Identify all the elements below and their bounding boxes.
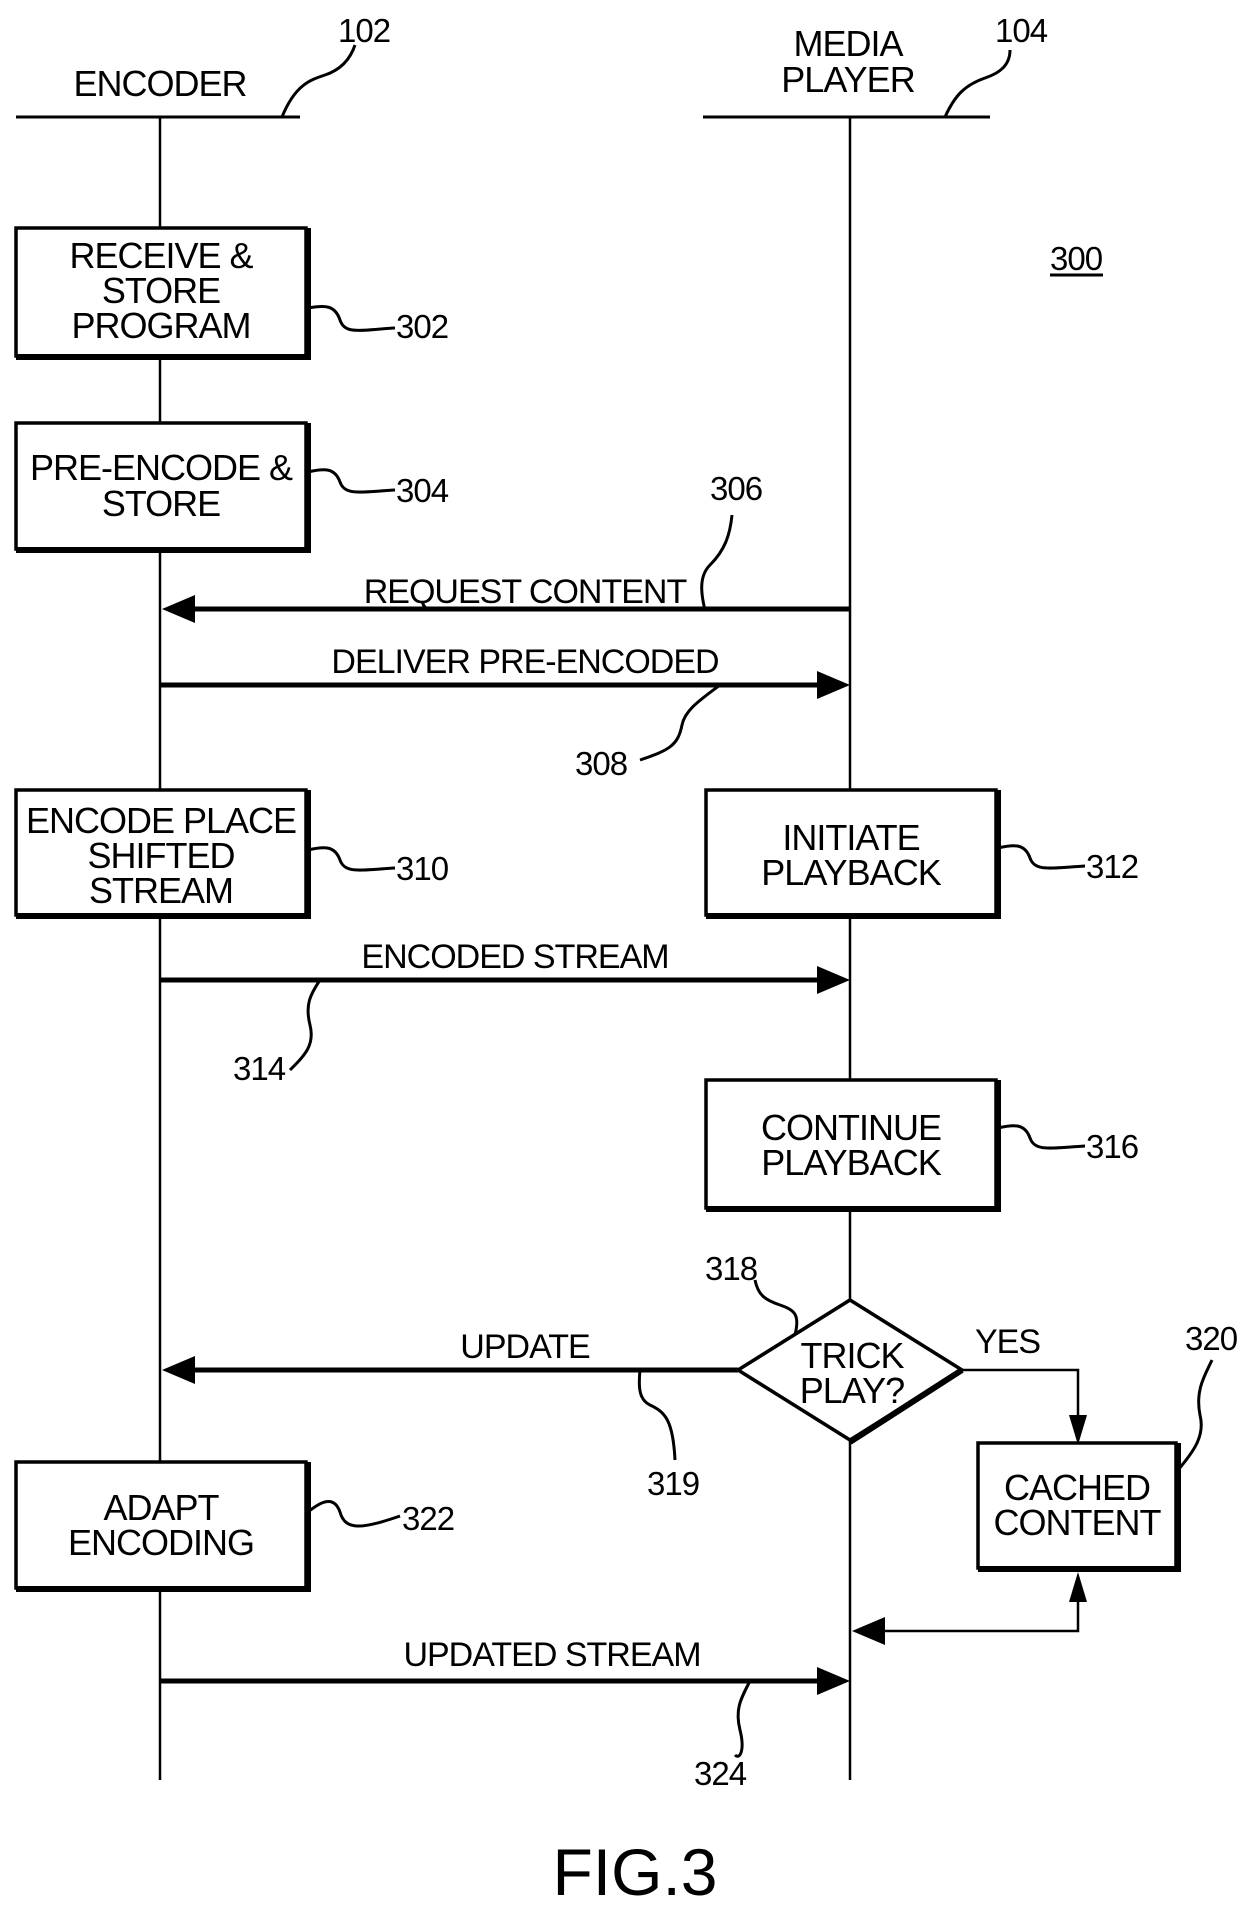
message-label: REQUEST CONTENT bbox=[364, 573, 687, 611]
ref-label: 318 bbox=[705, 1250, 757, 1287]
step-text-line: PRE-ENCODE & bbox=[30, 447, 293, 488]
ref-label: 304 bbox=[396, 472, 449, 509]
ref-leader bbox=[307, 305, 396, 332]
yes-branch-line bbox=[962, 1368, 1080, 1420]
arrowhead-up bbox=[1069, 1572, 1087, 1602]
diagram-number: 300 bbox=[1050, 240, 1103, 277]
arrowhead-left bbox=[162, 595, 195, 623]
ref-leader bbox=[997, 844, 1086, 870]
ref-label: 302 bbox=[396, 308, 448, 345]
step-304: PRE-ENCODE & STORE 304 bbox=[14, 421, 450, 553]
ref-label: 319 bbox=[647, 1465, 699, 1502]
sequence-diagram: ENCODER 102 MEDIA PLAYER 104 300 RECEIVE… bbox=[14, 12, 1239, 1909]
ref-label: 104 bbox=[995, 12, 1048, 49]
cached-return-line bbox=[870, 1600, 1080, 1633]
ref-label: 306 bbox=[710, 470, 762, 507]
ref-leader bbox=[307, 468, 396, 494]
ref-leader bbox=[280, 44, 357, 118]
step-text-line: STREAM bbox=[89, 870, 233, 911]
message-324: UPDATED STREAM 324 bbox=[160, 1636, 850, 1792]
arrowhead-right bbox=[817, 671, 850, 699]
ref-label: 320 bbox=[1185, 1320, 1238, 1357]
arrowhead-left bbox=[852, 1617, 885, 1645]
step-316: CONTINUE PLAYBACK 316 bbox=[704, 1078, 1139, 1212]
ref-leader bbox=[307, 846, 396, 872]
step-302: RECEIVE & STORE PROGRAM 302 bbox=[14, 226, 449, 360]
ref-leader bbox=[307, 1500, 401, 1528]
message-label: ENCODED STREAM bbox=[361, 938, 668, 976]
lifeline-label-encoder: ENCODER bbox=[73, 63, 246, 104]
decision-318: TRICK PLAY? 318 YES bbox=[705, 1250, 1087, 1445]
lifeline-label-media-player-line1: MEDIA bbox=[793, 23, 903, 64]
ref-label: 312 bbox=[1086, 848, 1138, 885]
ref-leader bbox=[700, 514, 734, 611]
arrowhead-right bbox=[817, 1667, 850, 1695]
ref-leader bbox=[639, 683, 721, 762]
step-text-line: PROGRAM bbox=[71, 305, 250, 346]
figure-caption: FIG.3 bbox=[552, 1835, 717, 1909]
ref-label: 324 bbox=[694, 1755, 747, 1792]
arrowhead-left bbox=[162, 1356, 195, 1384]
step-text-line: STORE bbox=[102, 483, 220, 524]
step-text-line: CONTENT bbox=[994, 1502, 1162, 1543]
ref-label: 310 bbox=[396, 850, 449, 887]
ref-label: 308 bbox=[575, 745, 627, 782]
ref-leader bbox=[943, 49, 1012, 118]
arrowhead-right bbox=[817, 966, 850, 994]
ref-label: 322 bbox=[402, 1500, 454, 1537]
message-314: ENCODED STREAM 314 bbox=[160, 938, 850, 1087]
ref-label: 316 bbox=[1086, 1128, 1138, 1165]
step-322: ADAPT ENCODING 322 bbox=[14, 1460, 455, 1592]
ref-leader bbox=[997, 1124, 1086, 1150]
step-310: ENCODE PLACE SHIFTED STREAM 310 bbox=[14, 788, 450, 919]
step-312: INITIATE PLAYBACK 312 bbox=[704, 788, 1139, 919]
message-label: UPDATED STREAM bbox=[403, 1636, 700, 1674]
ref-leader bbox=[753, 1279, 799, 1336]
decision-text-line: PLAY? bbox=[800, 1370, 904, 1411]
ref-leader bbox=[637, 1369, 677, 1461]
message-label: UPDATE bbox=[460, 1328, 590, 1366]
step-text-line: ENCODING bbox=[68, 1522, 254, 1563]
ref-label: 102 bbox=[338, 12, 390, 49]
ref-leader bbox=[288, 979, 322, 1072]
message-308: DELIVER PRE-ENCODED 308 bbox=[160, 643, 850, 782]
message-label: DELIVER PRE-ENCODED bbox=[331, 643, 718, 681]
step-text-line: PLAYBACK bbox=[761, 852, 941, 893]
ref-label: 314 bbox=[233, 1050, 286, 1087]
step-text-line: PLAYBACK bbox=[761, 1142, 941, 1183]
ref-leader bbox=[733, 1680, 752, 1758]
yes-label: YES bbox=[975, 1323, 1040, 1361]
lifeline-label-media-player-line2: PLAYER bbox=[781, 59, 914, 100]
ref-leader bbox=[1176, 1359, 1214, 1471]
arrowhead-down bbox=[1069, 1415, 1087, 1445]
